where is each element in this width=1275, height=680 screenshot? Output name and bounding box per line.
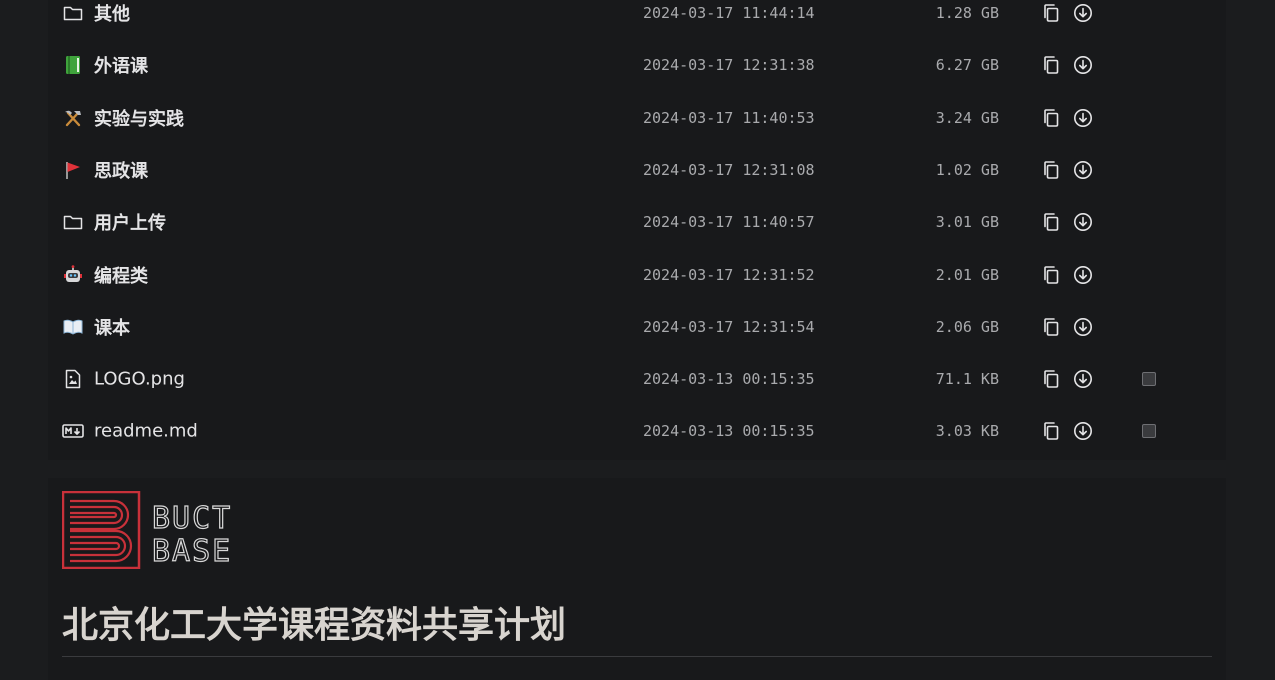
logo-text-base: BASE [152,534,232,569]
copy-link-icon[interactable] [1041,108,1061,128]
file-size: 71.1 KB [935,370,999,389]
file-row[interactable]: LOGO.png 2024-03-13 00:15:35 71.1 KB [48,353,1226,405]
file-row[interactable]: 外语课 2024-03-17 12:31:38 6.27 GB [48,39,1226,91]
file-size: 1.28 GB [935,4,999,22]
folder-icon [62,2,84,24]
copy-link-icon[interactable] [1041,421,1061,441]
download-icon[interactable] [1073,108,1093,128]
file-name-link[interactable]: 实验与实践 [94,105,184,131]
file-modified-date: 2024-03-17 12:31:38 [643,56,815,75]
file-name-link[interactable]: 编程类 [94,262,148,288]
file-row[interactable]: readme.md 2024-03-13 00:15:35 3.03 KB [48,405,1226,457]
file-name-link[interactable]: LOGO.png [94,369,185,390]
file-row[interactable]: 编程类 2024-03-17 12:31:52 2.01 GB [48,249,1226,301]
file-name-link[interactable]: 课本 [94,314,130,340]
file-name-link[interactable]: 外语课 [94,52,148,78]
download-icon[interactable] [1073,160,1093,180]
file-modified-date: 2024-03-17 11:40:57 [643,213,815,232]
buct-base-logo: BUCT BASE [62,491,232,569]
file-name-link[interactable]: 用户上传 [94,209,166,235]
copy-link-icon[interactable] [1041,212,1061,232]
file-row[interactable]: 用户上传 2024-03-17 11:40:57 3.01 GB [48,196,1226,248]
file-list: 其他 2024-03-17 11:44:14 1.28 GB 外语课 2024-03-1… [48,0,1226,460]
file-modified-date: 2024-03-17 12:31:08 [643,160,815,179]
heading-divider [62,656,1212,657]
file-row[interactable]: 思政课 2024-03-17 12:31:08 1.02 GB [48,144,1226,196]
copy-link-icon[interactable] [1041,265,1061,285]
download-icon[interactable] [1073,3,1093,23]
file-size: 2.06 GB [935,317,999,336]
download-icon[interactable] [1073,317,1093,337]
download-icon[interactable] [1073,212,1093,232]
copy-link-icon[interactable] [1041,317,1061,337]
red-flag-icon [62,159,84,181]
open-book-icon [62,316,84,338]
file-row[interactable]: 其他 2024-03-17 11:44:14 1.28 GB [48,0,1226,39]
logo-text-buct: BUCT [152,501,232,536]
robot-icon [62,264,84,286]
copy-link-icon[interactable] [1041,3,1061,23]
file-size: 6.27 GB [935,56,999,75]
download-icon[interactable] [1073,265,1093,285]
copy-link-icon[interactable] [1041,160,1061,180]
download-icon[interactable] [1073,369,1093,389]
file-modified-date: 2024-03-17 12:31:54 [643,317,815,336]
file-modified-date: 2024-03-13 00:15:35 [643,422,815,441]
file-modified-date: 2024-03-13 00:15:35 [643,370,815,389]
file-modified-date: 2024-03-17 11:44:14 [643,4,815,22]
hammer-pick-icon [62,107,84,129]
readme-panel: BUCT BASE 北京化工大学课程资料共享计划 [48,478,1226,680]
download-icon[interactable] [1073,421,1093,441]
file-row[interactable]: 实验与实践 2024-03-17 11:40:53 3.24 GB [48,92,1226,144]
file-name-link[interactable]: 其他 [94,0,130,26]
markdown-icon [62,420,84,442]
file-row[interactable]: 课本 2024-03-17 12:31:54 2.06 GB [48,301,1226,353]
download-icon[interactable] [1073,55,1093,75]
select-checkbox[interactable] [1142,372,1156,387]
readme-heading: 北京化工大学课程资料共享计划 [62,605,567,646]
folder-icon [62,211,84,233]
select-checkbox[interactable] [1142,424,1156,439]
file-modified-date: 2024-03-17 11:40:53 [643,108,815,127]
file-size: 1.02 GB [935,160,999,179]
file-modified-date: 2024-03-17 12:31:52 [643,265,815,284]
file-name-link[interactable]: 思政课 [94,157,148,183]
green-book-icon [62,54,84,76]
image-file-icon [62,368,84,390]
copy-link-icon[interactable] [1041,55,1061,75]
file-name-link[interactable]: readme.md [94,421,198,442]
copy-link-icon[interactable] [1041,369,1061,389]
file-size: 3.03 KB [935,422,999,441]
file-size: 2.01 GB [935,265,999,284]
file-size: 3.24 GB [935,108,999,127]
file-size: 3.01 GB [935,213,999,232]
